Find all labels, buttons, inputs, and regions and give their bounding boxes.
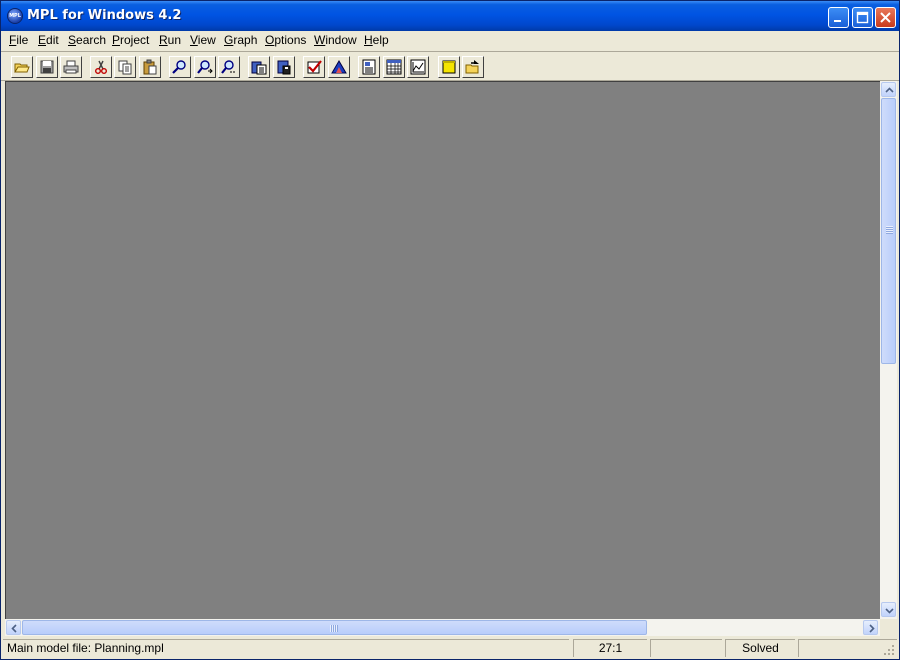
scroll-left-button[interactable] (6, 620, 21, 635)
scroll-grip (330, 625, 338, 632)
matrix-button[interactable] (383, 56, 405, 78)
menu-graph[interactable]: Graph (224, 33, 257, 47)
print-icon (63, 60, 79, 74)
minimize-button[interactable] (828, 7, 849, 28)
menu-search[interactable]: Search (68, 33, 106, 47)
paste-icon (143, 59, 157, 75)
scroll-grip (886, 226, 893, 234)
status-extra-panel (798, 639, 897, 657)
app-icon[interactable]: MPL (7, 8, 23, 24)
status-empty-panel (650, 639, 722, 657)
graph-icon (331, 60, 347, 74)
chevron-up-icon (885, 87, 894, 93)
export-icon (465, 60, 479, 74)
open-icon (14, 63, 30, 73)
copy-icon (118, 60, 132, 75)
chevron-right-icon (869, 624, 875, 633)
chevron-left-icon (11, 624, 17, 633)
menu-window[interactable]: Window (314, 33, 357, 47)
scroll-down-button[interactable] (881, 602, 896, 617)
mdi-client-area[interactable] (5, 81, 880, 619)
matrix-icon (386, 59, 402, 75)
scroll-right-button[interactable] (863, 620, 878, 635)
menu-edit[interactable]: Edit (38, 33, 59, 47)
chart-button[interactable] (407, 56, 429, 78)
check-syntax-button[interactable] (303, 56, 325, 78)
menu-bar: File Edit Search Project Run View Graph Options… (1, 31, 899, 50)
status-main-file: Main model file: Planning.mpl (3, 639, 569, 657)
vertical-scrollbar[interactable] (880, 81, 897, 619)
replace-icon (221, 60, 235, 74)
print-button[interactable] (60, 56, 82, 78)
chevron-down-icon (885, 608, 894, 614)
menu-file[interactable]: File (9, 33, 28, 47)
cut-icon (95, 60, 107, 74)
check-syntax-icon (307, 60, 322, 74)
chart-icon (410, 59, 426, 75)
close-icon (880, 12, 891, 23)
scrollbar-corner (880, 619, 897, 636)
view-solution-icon (362, 59, 376, 75)
menu-view[interactable]: View (190, 33, 216, 47)
save-solution-button[interactable] (273, 56, 295, 78)
status-position: 27:1 (573, 639, 647, 657)
menu-options[interactable]: Options (265, 33, 306, 47)
app-window: MPL MPL for Windows 4.2 File Edit Search Pr… (0, 0, 900, 660)
window-title: MPL for Windows 4.2 (27, 8, 182, 23)
save-button[interactable] (36, 56, 58, 78)
horizontal-scroll-thumb[interactable] (22, 620, 647, 635)
paste-button[interactable] (139, 56, 161, 78)
solve-icon (251, 61, 267, 75)
menu-run[interactable]: Run (159, 33, 181, 47)
save-solution-icon (277, 60, 291, 75)
scroll-up-button[interactable] (881, 82, 896, 97)
status-state: Solved (725, 639, 795, 657)
export-button[interactable] (462, 56, 484, 78)
title-bar[interactable]: MPL MPL for Windows 4.2 (1, 1, 899, 31)
note-button[interactable] (438, 56, 460, 78)
vertical-scroll-thumb[interactable] (881, 98, 896, 364)
menu-help[interactable]: Help (364, 33, 389, 47)
maximize-button[interactable] (852, 7, 873, 28)
horizontal-scrollbar[interactable] (5, 619, 880, 636)
find-next-button[interactable] (194, 56, 216, 78)
menu-project[interactable]: Project (112, 33, 149, 47)
open-button[interactable] (11, 56, 33, 78)
replace-button[interactable] (218, 56, 240, 78)
find-icon (172, 60, 186, 74)
status-bar: Main model file: Planning.mpl 27:1 Solve… (1, 637, 899, 659)
find-next-icon (197, 60, 213, 74)
graph-button[interactable] (328, 56, 350, 78)
view-solution-button[interactable] (358, 56, 380, 78)
cut-button[interactable] (90, 56, 112, 78)
close-button[interactable] (875, 7, 896, 28)
note-icon (442, 60, 456, 74)
resize-grip-icon (884, 645, 894, 655)
copy-button[interactable] (114, 56, 136, 78)
find-button[interactable] (169, 56, 191, 78)
save-icon (40, 60, 54, 74)
toolbar (1, 52, 899, 81)
solve-button[interactable] (248, 56, 270, 78)
